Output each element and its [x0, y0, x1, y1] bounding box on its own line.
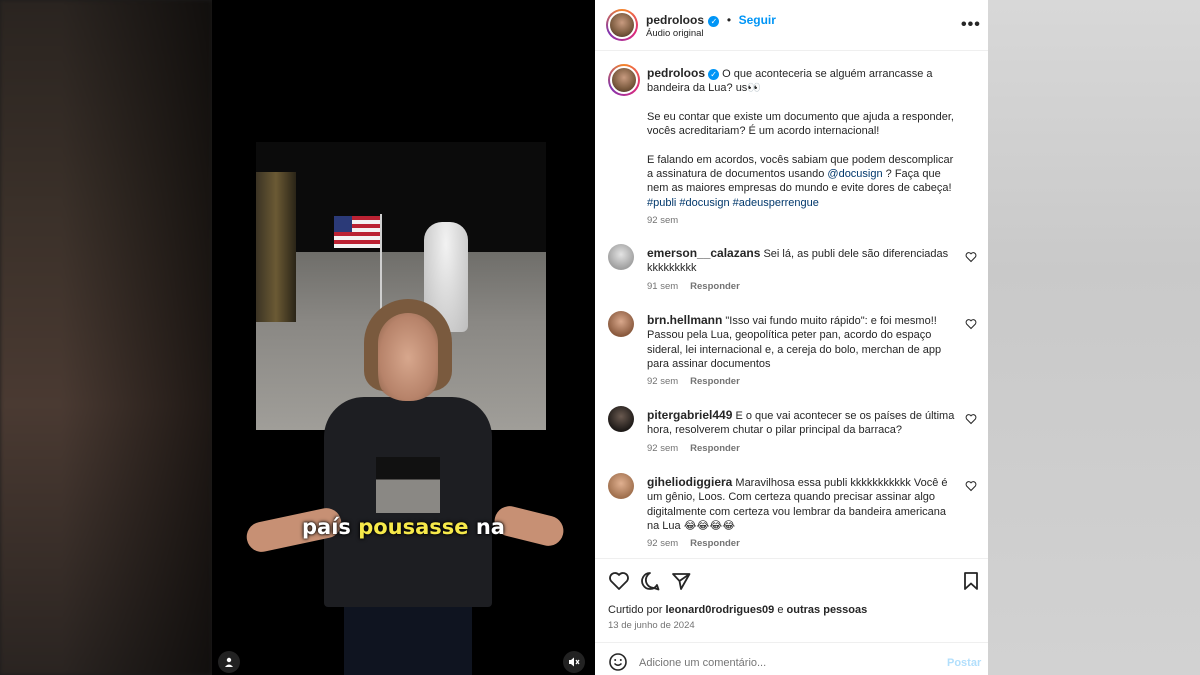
caption-time: 92 sem: [647, 215, 679, 226]
comment-time: 91 sem: [647, 281, 679, 292]
comment-username[interactable]: brn.hellmann: [647, 313, 722, 327]
liked-by-user-link[interactable]: leonard0rodrigues09: [665, 604, 774, 616]
reply-button[interactable]: Responder: [690, 376, 740, 387]
emoji-icon[interactable]: [608, 652, 628, 672]
more-options-icon[interactable]: •••: [961, 16, 981, 34]
comments-section[interactable]: pedroloos ✓ O que aconteceria se alguém …: [595, 52, 988, 558]
speaker-muted-icon: [569, 657, 580, 667]
post-date[interactable]: 13 de junho de 2024: [608, 620, 695, 631]
comment-time: 92 sem: [647, 538, 679, 549]
avatar[interactable]: [608, 64, 640, 96]
separator-dot: •: [726, 13, 732, 27]
like-comment-heart-icon[interactable]: [965, 318, 977, 330]
liked-by-others-link[interactable]: outras pessoas: [787, 604, 868, 616]
blurred-backdrop-left: [0, 0, 212, 675]
liked-by-prefix: Curtido por: [608, 604, 666, 616]
verified-badge-icon: ✓: [708, 69, 720, 80]
reply-button[interactable]: Responder: [690, 538, 740, 549]
follow-button[interactable]: Seguir: [739, 13, 776, 27]
liked-by-separator: e: [774, 604, 787, 616]
reply-button[interactable]: Responder: [690, 281, 740, 292]
verified-badge-icon: ✓: [708, 16, 720, 27]
post-details-panel: pedroloos ✓ • Seguir Áudio original ••• …: [595, 0, 988, 675]
comment-time: 92 sem: [647, 443, 679, 454]
hashtag-links[interactable]: #publi #docusign #adeusperrengue: [647, 197, 819, 209]
audio-label[interactable]: Áudio original: [646, 28, 704, 39]
like-comment-heart-icon[interactable]: [965, 413, 977, 425]
comment-username[interactable]: emerson__calazans: [647, 246, 760, 260]
reply-button[interactable]: Responder: [690, 443, 740, 454]
avatar[interactable]: [608, 406, 634, 432]
share-icon[interactable]: [670, 570, 692, 592]
add-comment-bar: Postar: [595, 642, 988, 675]
american-flag-image: [334, 216, 380, 248]
bookmark-icon[interactable]: [960, 570, 982, 592]
presenter-image: [243, 299, 567, 675]
comment-icon[interactable]: [639, 570, 661, 592]
comment-username[interactable]: pitergabriel449: [647, 408, 732, 422]
mute-button[interactable]: [563, 651, 585, 673]
liked-by-text: Curtido por leonard0rodrigues09 e outras…: [608, 604, 867, 616]
heart-icon[interactable]: [608, 570, 630, 592]
header-username[interactable]: pedroloos: [646, 13, 704, 27]
blurred-backdrop-right: [988, 0, 1200, 675]
tagged-people-button[interactable]: [218, 651, 240, 673]
comment-username[interactable]: gihеliodiggiera: [647, 475, 732, 489]
like-comment-heart-icon[interactable]: [965, 480, 977, 492]
person-icon: [225, 657, 233, 667]
mention-link[interactable]: @docusign: [827, 168, 882, 180]
reel-video[interactable]: país pousasse na: [212, 0, 595, 675]
caption-username[interactable]: pedroloos: [647, 66, 705, 80]
video-subtitle: país pousasse na: [302, 515, 505, 539]
avatar[interactable]: [606, 9, 638, 41]
like-comment-heart-icon[interactable]: [965, 251, 977, 263]
comment-time: 92 sem: [647, 376, 679, 387]
avatar[interactable]: [608, 311, 634, 337]
caption-paragraph: Se eu contar que existe um documento que…: [647, 110, 954, 138]
avatar[interactable]: [608, 244, 634, 270]
post-actions: Curtido por leonard0rodrigues09 e outras…: [595, 558, 988, 642]
post-comment-button[interactable]: Postar: [947, 657, 981, 669]
comment-input[interactable]: [639, 657, 919, 669]
avatar[interactable]: [608, 473, 634, 499]
post-header: pedroloos ✓ • Seguir Áudio original •••: [595, 0, 988, 51]
